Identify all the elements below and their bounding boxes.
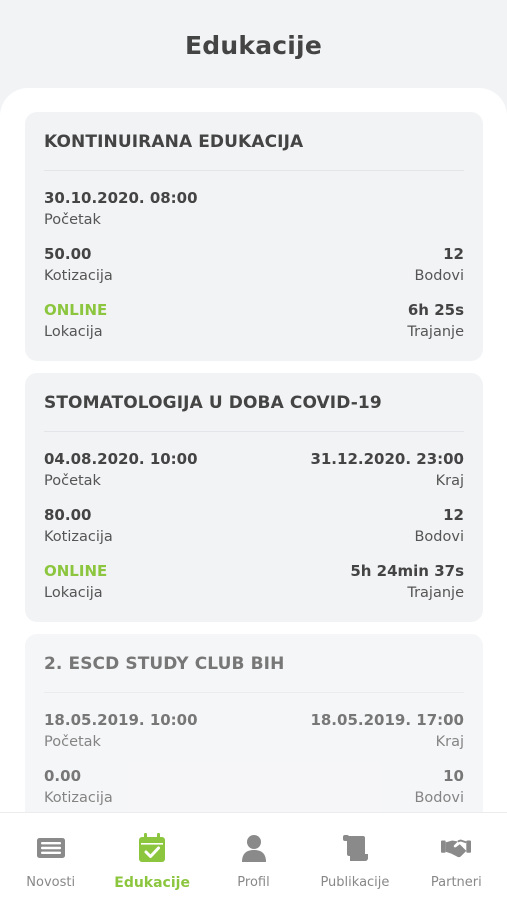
tab-label: Edukacije — [114, 875, 190, 891]
calendar-check-icon — [137, 833, 167, 863]
end-date-value: 31.12.2020. 23:00 — [310, 450, 464, 468]
education-title: STOMATOLOGIJA U DOBA COVID-19 — [44, 393, 464, 432]
location-label: Lokacija — [44, 585, 103, 601]
fee-value: 50.00 — [44, 245, 92, 263]
education-title: KONTINUIRANA EDUKACIJA — [44, 132, 464, 171]
scroll-icon — [340, 833, 370, 863]
tab-edukacije[interactable]: Edukacije — [101, 813, 202, 900]
fee: 50.00 Kotizacija — [44, 243, 113, 287]
education-title: 2. ESCD STUDY CLUB BIH — [44, 654, 464, 693]
bottom-tab-bar: Novosti Edukacije Profil Publikacije Par… — [0, 812, 507, 900]
end-date: 31.12.2020. 23:00 Kraj — [310, 448, 464, 492]
points: 10 Bodovi — [414, 765, 464, 809]
app-header: Edukacije — [0, 0, 507, 88]
location-value: ONLINE — [44, 562, 108, 580]
location-label: Lokacija — [44, 324, 103, 340]
fee-row: 0.00 Kotizacija 10 Bodovi — [44, 765, 464, 809]
points-label: Bodovi — [414, 529, 464, 545]
tab-publikacije[interactable]: Publikacije — [304, 813, 405, 900]
points: 12 Bodovi — [414, 243, 464, 287]
location-value: ONLINE — [44, 301, 108, 319]
fee-value: 0.00 — [44, 767, 82, 785]
duration-value: 5h 24min 37s — [350, 562, 464, 580]
user-icon — [239, 833, 269, 863]
education-card[interactable]: KONTINUIRANA EDUKACIJA 30.10.2020. 08:00… — [25, 112, 483, 361]
tab-profil[interactable]: Profil — [203, 813, 304, 900]
points-label: Bodovi — [414, 790, 464, 806]
fee: 0.00 Kotizacija — [44, 765, 113, 809]
fee-row: 50.00 Kotizacija 12 Bodovi — [44, 243, 464, 287]
tab-partneri[interactable]: Partneri — [406, 813, 507, 900]
fee-label: Kotizacija — [44, 268, 113, 284]
duration-label: Trajanje — [407, 324, 464, 340]
fee-label: Kotizacija — [44, 790, 113, 806]
location: ONLINE Lokacija — [44, 299, 107, 343]
start-date-label: Početak — [44, 473, 101, 489]
location-row: ONLINE Lokacija 6h 25s Trajanje — [44, 299, 464, 343]
start-date-label: Početak — [44, 212, 101, 228]
points: 12 Bodovi — [414, 504, 464, 548]
duration: 5h 24min 37s Trajanje — [350, 560, 464, 604]
handshake-icon — [441, 833, 472, 863]
education-card[interactable]: STOMATOLOGIJA U DOBA COVID-19 04.08.2020… — [25, 373, 483, 622]
end-date-value: 18.05.2019. 17:00 — [310, 711, 464, 729]
tab-label: Profil — [237, 875, 270, 890]
end-date: 18.05.2019. 17:00 Kraj — [310, 709, 464, 753]
newspaper-icon — [36, 833, 66, 863]
tab-label: Partneri — [430, 875, 482, 890]
page-title: Edukacije — [185, 30, 322, 60]
content-sheet: KONTINUIRANA EDUKACIJA 30.10.2020. 08:00… — [0, 88, 507, 900]
location-row: ONLINE Lokacija 5h 24min 37s Trajanje — [44, 560, 464, 604]
end-date-label: Kraj — [435, 734, 464, 750]
location: ONLINE Lokacija — [44, 560, 107, 604]
start-date: 30.10.2020. 08:00 Početak — [44, 187, 198, 231]
points-value: 12 — [443, 245, 464, 263]
education-list: KONTINUIRANA EDUKACIJA 30.10.2020. 08:00… — [25, 112, 483, 839]
points-value: 12 — [443, 506, 464, 524]
duration-label: Trajanje — [407, 585, 464, 601]
education-card[interactable]: 2. ESCD STUDY CLUB BIH 18.05.2019. 10:00… — [25, 634, 483, 827]
start-date: 04.08.2020. 10:00 Početak — [44, 448, 198, 492]
start-date-value: 18.05.2019. 10:00 — [44, 711, 198, 729]
fee-value: 80.00 — [44, 506, 92, 524]
end-date-label: Kraj — [435, 473, 464, 489]
date-row: 04.08.2020. 10:00 Početak 31.12.2020. 23… — [44, 448, 464, 492]
tab-label: Publikacije — [320, 875, 390, 890]
start-date: 18.05.2019. 10:00 Početak — [44, 709, 198, 753]
fee-row: 80.00 Kotizacija 12 Bodovi — [44, 504, 464, 548]
points-label: Bodovi — [414, 268, 464, 284]
tab-novosti[interactable]: Novosti — [0, 813, 101, 900]
tab-label: Novosti — [26, 875, 76, 890]
duration: 6h 25s Trajanje — [407, 299, 464, 343]
start-date-value: 30.10.2020. 08:00 — [44, 189, 198, 207]
fee: 80.00 Kotizacija — [44, 504, 113, 548]
start-date-label: Početak — [44, 734, 101, 750]
points-value: 10 — [443, 767, 464, 785]
fee-label: Kotizacija — [44, 529, 113, 545]
duration-value: 6h 25s — [407, 301, 464, 319]
date-row: 30.10.2020. 08:00 Početak — [44, 187, 464, 231]
date-row: 18.05.2019. 10:00 Početak 18.05.2019. 17… — [44, 709, 464, 753]
start-date-value: 04.08.2020. 10:00 — [44, 450, 198, 468]
